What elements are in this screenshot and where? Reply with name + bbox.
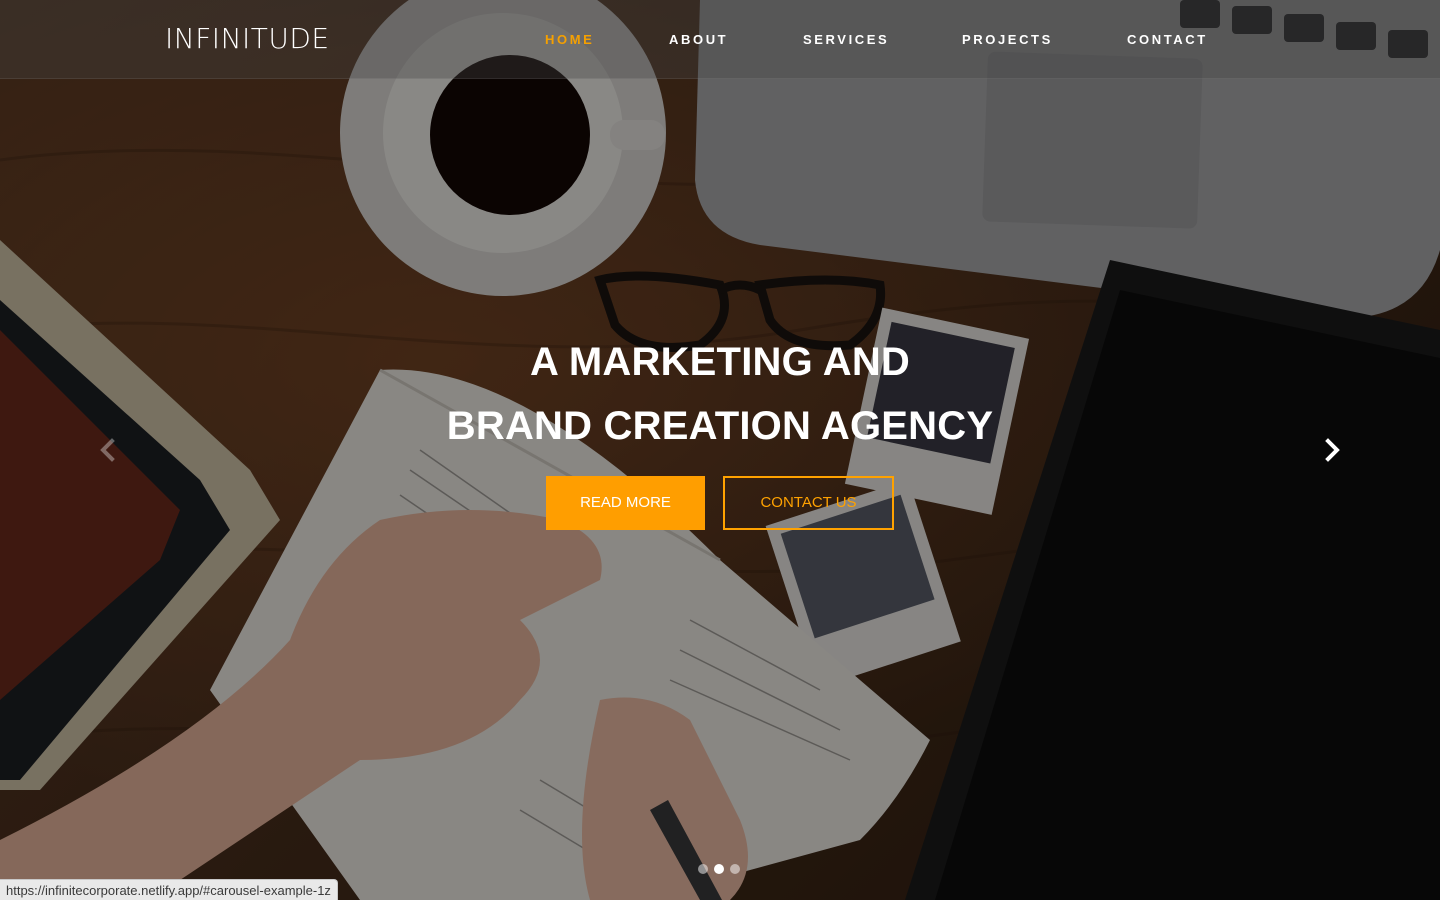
nav-item-home[interactable]: HOME bbox=[545, 32, 594, 48]
read-more-button[interactable]: READ MORE bbox=[546, 476, 705, 530]
hero-headline: A MARKETING AND BRAND CREATION AGENCY bbox=[0, 330, 1440, 458]
carousel-prev-button[interactable] bbox=[96, 438, 120, 462]
hero-carousel: INFINITUDE HOME ABOUT SERVICES PROJECTS … bbox=[0, 0, 1440, 900]
browser-status-url: https://infinitecorporate.netlify.app/#c… bbox=[0, 879, 338, 900]
nav-item-contact[interactable]: CONTACT bbox=[1127, 32, 1208, 48]
hero-caption: A MARKETING AND BRAND CREATION AGENCY RE… bbox=[0, 330, 1440, 530]
hero-button-row: READ MORE CONTACT US bbox=[0, 476, 1440, 530]
nav-item-services[interactable]: SERVICES bbox=[803, 32, 889, 48]
carousel-next-button[interactable] bbox=[1320, 438, 1344, 462]
carousel-indicator-2[interactable] bbox=[714, 864, 724, 874]
chevron-left-icon bbox=[100, 438, 115, 462]
contact-us-button[interactable]: CONTACT US bbox=[723, 476, 894, 530]
carousel-indicator-3[interactable] bbox=[730, 864, 740, 874]
carousel-indicator-1[interactable] bbox=[698, 864, 708, 874]
hero-headline-line2: BRAND CREATION AGENCY bbox=[446, 404, 994, 448]
carousel-indicators bbox=[698, 864, 742, 874]
nav-item-about[interactable]: ABOUT bbox=[669, 32, 728, 48]
hero-headline-line1: A MARKETING AND bbox=[529, 340, 910, 384]
chevron-right-icon bbox=[1325, 438, 1340, 462]
main-nav: HOME ABOUT SERVICES PROJECTS CONTACT bbox=[0, 32, 1440, 48]
nav-item-projects[interactable]: PROJECTS bbox=[962, 32, 1053, 48]
navbar: INFINITUDE HOME ABOUT SERVICES PROJECTS … bbox=[0, 0, 1440, 79]
